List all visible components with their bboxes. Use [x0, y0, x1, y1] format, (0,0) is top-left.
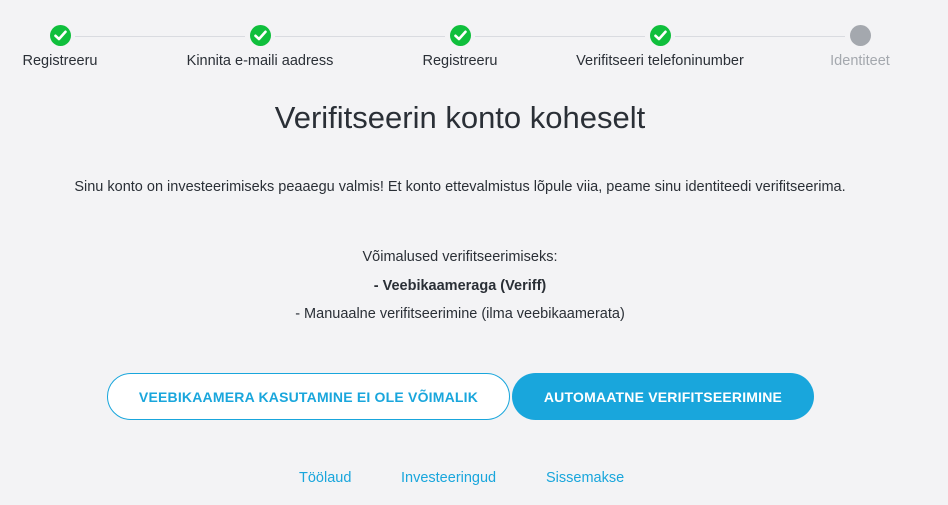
intro-text: Sinu konto on investeerimiseks peaaegu v… — [74, 179, 846, 195]
verification-options: Võimalused verifitseerimiseks: - Veebika… — [0, 247, 920, 333]
checkmark-icon — [649, 25, 671, 46]
checkmark-icon — [449, 25, 471, 46]
pending-dot-icon — [849, 25, 871, 46]
no-webcam-button[interactable]: VEEBIKAAMERA KASUTAMINE EI OLE VÕIMALIK — [107, 373, 510, 420]
step-register-2: Registreeru — [360, 24, 560, 69]
step-confirm-email: Kinnita e-maili aadress — [160, 24, 360, 69]
step-register: Registreeru — [0, 24, 160, 69]
step-verify-phone: Verifitseeri telefoninumber — [560, 24, 760, 69]
step-label: Identiteet — [830, 53, 890, 69]
option-manual: - Manuaalne verifitseerimine (ilma veebi… — [295, 306, 625, 322]
footer-link-deposit[interactable]: Sissemakse — [546, 470, 624, 486]
footer-link-dashboard[interactable]: Töölaud — [299, 470, 351, 486]
step-label: Registreeru — [22, 53, 98, 69]
footer-link-investments[interactable]: Investeeringud — [401, 470, 496, 486]
checkmark-icon — [249, 25, 271, 46]
automatic-verification-button[interactable]: AUTOMAATNE VERIFITSEERIMINE — [512, 373, 814, 420]
step-label: Verifitseeri telefoninumber — [576, 53, 744, 69]
checkmark-icon — [49, 25, 71, 46]
options-heading: Võimalused verifitseerimiseks: — [362, 249, 558, 265]
step-label: Kinnita e-maili aadress — [186, 53, 334, 69]
progress-stepper: Registreeru Kinnita e-maili aadress Regi… — [0, 24, 948, 74]
step-label: Registreeru — [422, 53, 498, 69]
option-webcam: - Veebikaameraga (Veriff) — [373, 277, 547, 294]
page-title: Verifitseerin konto koheselt — [274, 100, 646, 135]
step-identity: Identiteet — [760, 24, 948, 69]
